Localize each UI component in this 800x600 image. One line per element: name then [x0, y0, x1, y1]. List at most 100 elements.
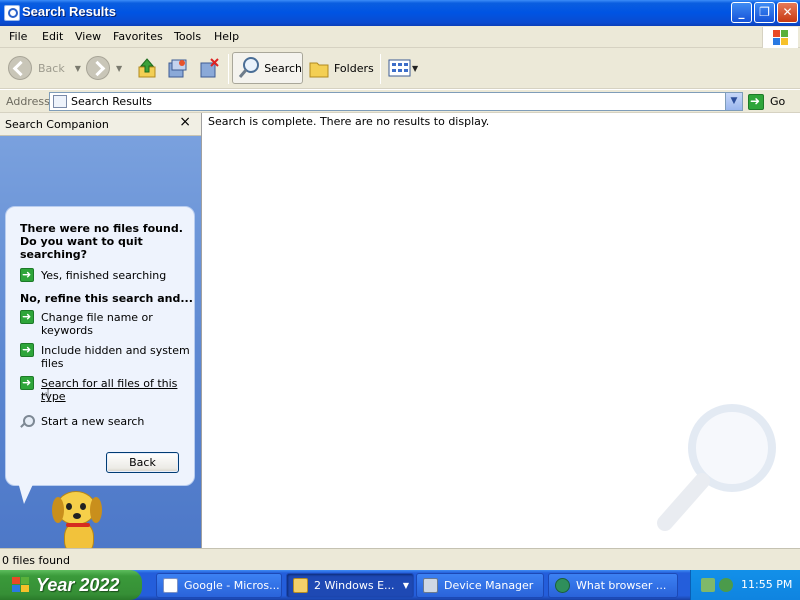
folders-icon	[309, 62, 329, 78]
taskbar-item-label: Device Manager	[444, 579, 534, 592]
search-label: Search	[264, 61, 302, 75]
results-area[interactable]: Search is complete. There are no results…	[201, 113, 800, 548]
results-message: Search is complete. There are no results…	[208, 115, 490, 128]
search-page-icon	[53, 95, 67, 108]
background-magnifier-icon	[657, 404, 776, 531]
back-label: Back	[38, 61, 65, 75]
move-to-button[interactable]	[166, 52, 188, 84]
speech-bubble-tail	[18, 482, 34, 504]
pane-close-icon[interactable]: ×	[179, 114, 191, 130]
windows-flag-icon	[10, 576, 30, 594]
close-button[interactable]: ✕	[777, 2, 798, 23]
pane-header: Search Companion ×	[0, 113, 201, 136]
search-dog-character[interactable]	[48, 491, 108, 548]
taskbar-item-windows-explorer[interactable]: 2 Windows E... ▼	[286, 573, 414, 598]
title-bar[interactable]: Search Results _ ❐ ✕	[0, 0, 800, 26]
include-hidden-label: Include hidden and system files	[41, 344, 190, 370]
toolbar-separator	[380, 54, 381, 84]
globe-icon[interactable]	[719, 578, 733, 592]
dog-ear	[90, 497, 102, 523]
up-folder-icon	[138, 58, 156, 78]
forward-arrow-icon	[86, 56, 110, 80]
address-bar: Address Search Results ▼ Go	[0, 90, 800, 113]
start-label: Year 2022	[36, 574, 120, 595]
yes-finished-label: Yes, finished searching	[41, 269, 167, 282]
menu-bar: File Edit View Favorites Tools Help	[0, 26, 800, 48]
forward-dropdown-icon[interactable]: ▼	[116, 64, 122, 73]
pane-body: There were no files found. Do you want t…	[0, 136, 201, 548]
dog-ear	[52, 497, 64, 523]
folders-button[interactable]: Folders	[308, 52, 374, 84]
toolbar: Back ▼ ▼ Search Folders ▼	[0, 48, 800, 89]
dog-nose	[73, 513, 81, 519]
hand-cursor-icon: ☝	[40, 386, 51, 407]
search-all-files-link[interactable]: Search for all files of this type	[41, 377, 190, 403]
search-button[interactable]: Search	[232, 52, 303, 84]
green-arrow-icon	[20, 376, 34, 390]
taskbar-item-browser[interactable]: What browser ...	[548, 573, 678, 598]
go-button[interactable]: Go	[748, 92, 785, 111]
menu-view[interactable]: View	[75, 30, 101, 43]
views-button[interactable]: ▼	[388, 52, 418, 84]
start-new-search-option[interactable]: Start a new search	[20, 415, 190, 429]
start-button[interactable]: Year 2022	[0, 570, 142, 600]
dog-eye	[66, 503, 72, 510]
folder-icon	[293, 578, 308, 593]
taskbar-item-device-manager[interactable]: Device Manager	[416, 573, 544, 598]
computer-icon	[423, 578, 438, 593]
menu-edit[interactable]: Edit	[42, 30, 63, 43]
menu-favorites[interactable]: Favorites	[113, 30, 163, 43]
network-icon[interactable]	[701, 578, 715, 592]
yes-finished-option[interactable]: Yes, finished searching	[20, 268, 190, 282]
move-to-icon	[168, 59, 187, 78]
system-tray: 11:55 PM	[690, 570, 800, 600]
menu-tools[interactable]: Tools	[174, 30, 201, 43]
dog-eye	[80, 503, 86, 510]
green-arrow-icon	[20, 310, 34, 324]
green-arrow-icon	[20, 268, 34, 282]
views-dropdown-icon[interactable]: ▼	[412, 64, 418, 73]
go-arrow-icon	[748, 93, 764, 110]
folders-label: Folders	[334, 61, 374, 75]
speech-bubble: There were no files found. Do you want t…	[5, 206, 195, 486]
address-dropdown-icon[interactable]: ▼	[725, 93, 742, 110]
green-arrow-icon	[20, 343, 34, 357]
minimize-button[interactable]: _	[731, 2, 752, 23]
back-nav-button[interactable]: Back ▼	[8, 52, 81, 84]
taskbar-item-google[interactable]: Google - Micros...	[156, 573, 282, 598]
forward-button[interactable]: ▼	[86, 52, 122, 84]
address-label: Address	[6, 95, 50, 108]
taskbar-item-label: What browser ...	[576, 579, 667, 592]
group-dropdown-icon: ▼	[402, 581, 409, 590]
menu-file[interactable]: File	[9, 30, 27, 43]
dog-collar	[66, 523, 90, 527]
toolbar-separator	[228, 54, 229, 84]
include-hidden-option[interactable]: Include hidden and system files	[20, 343, 190, 370]
back-dropdown-icon[interactable]: ▼	[75, 64, 81, 73]
delete-button[interactable]	[198, 52, 220, 84]
search-window-icon[interactable]	[4, 5, 20, 21]
refine-heading: No, refine this search and...	[20, 292, 193, 305]
back-button[interactable]: Back	[106, 452, 179, 473]
clock[interactable]: 11:55 PM	[741, 578, 792, 591]
search-companion-pane: Search Companion × There were no files f…	[0, 113, 201, 548]
change-file-name-label: Change file name or keywords	[41, 311, 153, 337]
windows-logo-icon	[762, 27, 798, 48]
status-text: 0 files found	[2, 554, 71, 567]
menu-help[interactable]: Help	[214, 30, 239, 43]
pane-title: Search Companion	[5, 118, 109, 131]
no-files-heading: There were no files found. Do you want t…	[20, 222, 183, 261]
magnifier-icon	[20, 415, 35, 429]
up-folder-button[interactable]	[136, 52, 158, 84]
address-field[interactable]: Search Results ▼	[49, 92, 743, 111]
search-icon	[238, 57, 259, 78]
start-new-search-label: Start a new search	[41, 415, 145, 428]
views-icon	[388, 59, 411, 77]
netscape-icon	[555, 578, 570, 593]
address-value: Search Results	[71, 95, 153, 108]
go-label: Go	[770, 95, 786, 108]
maximize-button[interactable]: ❐	[754, 2, 775, 23]
taskbar-item-label: 2 Windows E...	[314, 579, 395, 592]
window-title: Search Results	[22, 4, 116, 19]
change-file-name-option[interactable]: Change file name or keywords	[20, 310, 190, 337]
